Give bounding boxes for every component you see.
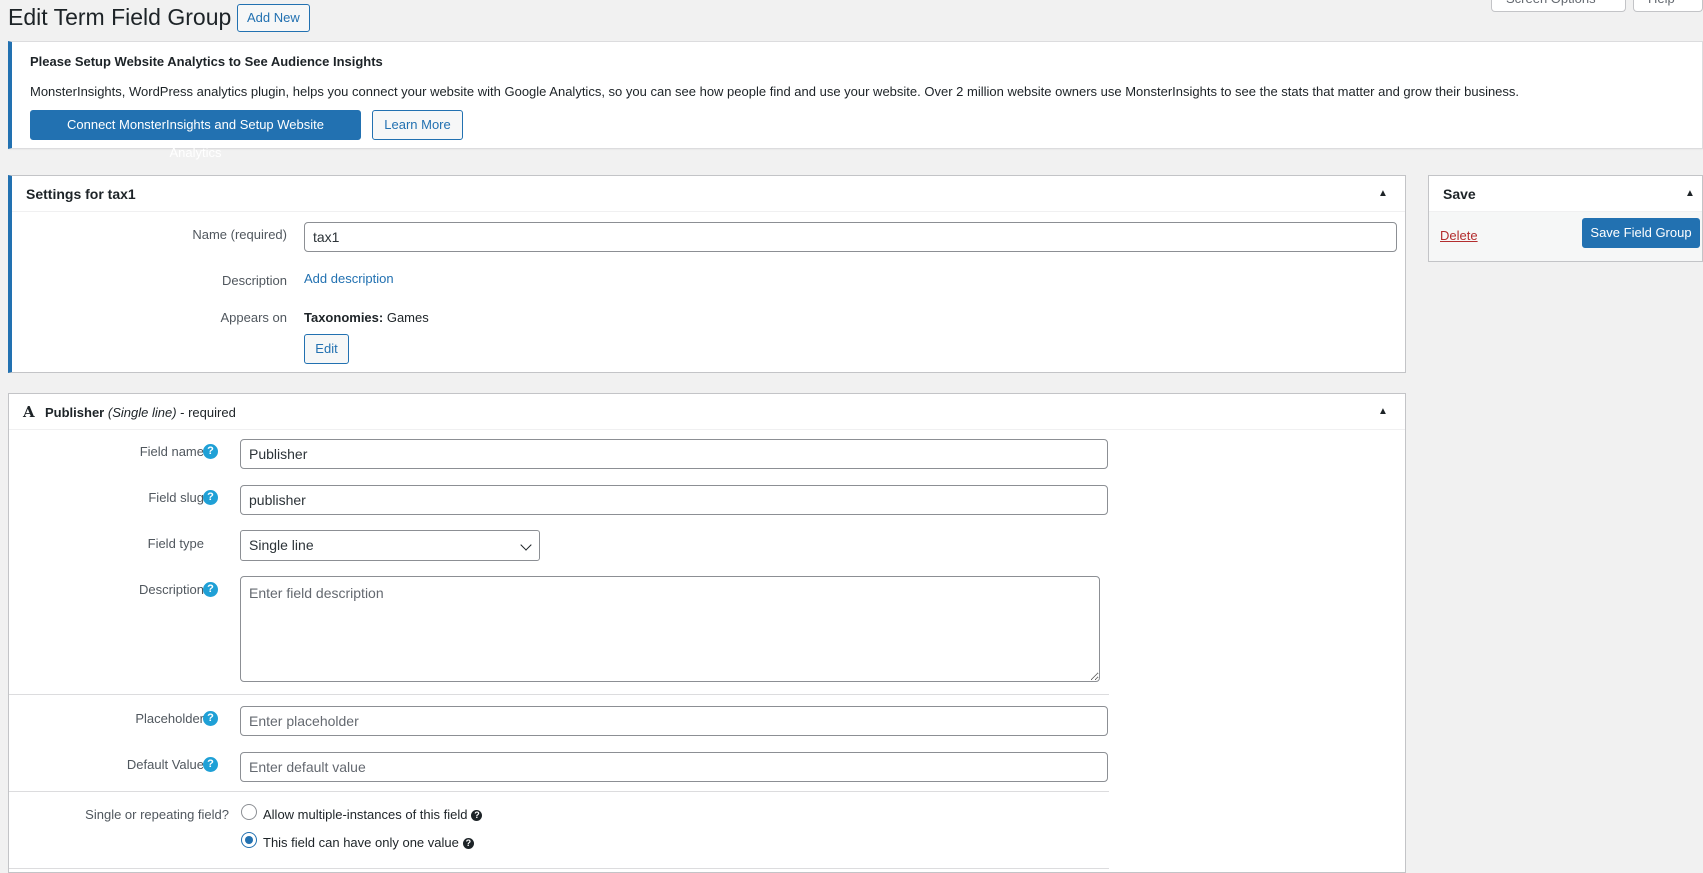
field-type-label: Field type (147, 536, 204, 551)
field-description-textarea[interactable] (240, 576, 1100, 682)
field-description-label: Description (138, 582, 204, 597)
help-icon[interactable]: ? (203, 444, 218, 459)
divider (9, 694, 1109, 695)
radio-single-value[interactable] (241, 832, 257, 848)
field-slug-label: Field slug (148, 490, 204, 505)
save-actions: Delete Save Field Group (1429, 212, 1702, 261)
radio-multiple-instances[interactable] (241, 804, 257, 820)
radio-single-text: This field can have only one value (263, 835, 459, 850)
default-value-label: Default Value (126, 757, 204, 772)
save-field-group-button[interactable]: Save Field Group (1582, 218, 1700, 248)
field-type-select[interactable]: Single line (240, 530, 540, 561)
field-box: A Publisher (Single line) - required ▲ F… (8, 393, 1406, 873)
placeholder-label: Placeholder (135, 711, 204, 726)
field-slug-input[interactable] (240, 485, 1108, 515)
default-value-input[interactable] (240, 752, 1108, 782)
field-box-header[interactable]: A Publisher (Single line) - required ▲ (9, 394, 1405, 430)
help-icon[interactable]: ? (203, 711, 218, 726)
collapse-arrow-icon[interactable]: ▲ (1682, 186, 1698, 202)
save-box-title: Save (1443, 186, 1476, 202)
repeat-label: Single or repeating field? (85, 807, 229, 822)
field-header-name: Publisher (45, 405, 105, 420)
help-icon[interactable]: ? (203, 582, 218, 597)
collapse-arrow-icon[interactable]: ▲ (1375, 186, 1391, 202)
save-box-header[interactable]: Save ▲ (1429, 176, 1702, 212)
appears-on-label: Appears on (220, 310, 288, 325)
screen-options-tab[interactable]: Screen Options (1491, 0, 1626, 12)
taxonomies-value: Games (386, 310, 429, 325)
field-header-required: - required (180, 405, 236, 420)
field-name-input[interactable] (240, 439, 1108, 469)
settings-box-title: Settings for tax1 (26, 186, 136, 202)
radio-single-label: This field can have only one value? (263, 835, 474, 850)
field-name-label: Field name (139, 444, 204, 459)
help-icon[interactable]: ? (203, 490, 218, 505)
placeholder-input[interactable] (240, 706, 1108, 736)
group-name-input[interactable] (304, 222, 1397, 252)
edit-appears-on-button[interactable]: Edit (304, 334, 349, 364)
add-new-button[interactable]: Add New (237, 4, 310, 32)
radio-multiple-label: Allow multiple-instances of this field? (263, 807, 483, 822)
description-label: Description (221, 273, 287, 288)
question-icon[interactable]: ? (462, 838, 474, 850)
chevron-down-icon (520, 539, 532, 551)
save-box: Save ▲ Delete Save Field Group (1428, 175, 1703, 262)
learn-more-button[interactable]: Learn More (372, 110, 463, 140)
help-tab[interactable]: Help (1633, 0, 1703, 12)
help-icon[interactable]: ? (203, 757, 218, 772)
single-line-type-icon: A (23, 403, 35, 421)
add-description-link[interactable]: Add description (304, 271, 394, 286)
settings-box-header[interactable]: Settings for tax1 ▲ (12, 176, 1405, 212)
question-icon[interactable]: ? (471, 810, 483, 822)
taxonomies-label: Taxonomies: (304, 310, 384, 325)
page-title: Edit Term Field Group (8, 4, 232, 30)
delete-link[interactable]: Delete (1440, 228, 1478, 243)
name-label: Name (required) (192, 227, 287, 242)
collapse-arrow-icon[interactable]: ▲ (1375, 404, 1391, 420)
field-header-type: (Single line) (107, 405, 177, 420)
field-header-title: Publisher (Single line) - required (45, 405, 236, 420)
appears-on-value: Taxonomies: Games (304, 310, 429, 325)
analytics-notice: Please Setup Website Analytics to See Au… (8, 41, 1703, 160)
field-type-value: Single line (249, 537, 314, 553)
divider (9, 868, 1109, 869)
radio-multiple-text: Allow multiple-instances of this field (263, 807, 468, 822)
connect-monsterinsights-button[interactable]: Connect MonsterInsights and Setup Websit… (30, 110, 361, 160)
divider (9, 791, 1109, 792)
notice-title: Please Setup Website Analytics to See Au… (30, 54, 383, 69)
settings-box: Settings for tax1 ▲ Name (required) Desc… (8, 175, 1406, 373)
notice-text: MonsterInsights, WordPress analytics plu… (30, 84, 1520, 99)
